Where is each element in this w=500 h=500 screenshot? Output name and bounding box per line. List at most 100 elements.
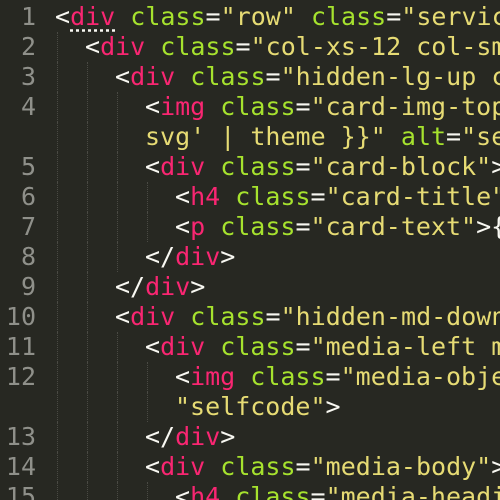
line-number: 1 (20, 2, 36, 31)
code-token: div (160, 332, 206, 361)
code-token: img (160, 92, 206, 121)
code-token: "media-left m (310, 332, 500, 361)
code-token: div (145, 272, 191, 301)
code-token: "hidden-md-down (280, 302, 500, 331)
code-token: < (115, 62, 131, 91)
code-text: <img class="media-obje (175, 362, 500, 392)
code-token: "media-headi (325, 482, 500, 500)
line-number: 12 (5, 362, 36, 391)
code-text: "selfcode"> (175, 392, 341, 422)
code-token: div (160, 452, 206, 481)
line-number: 8 (20, 242, 36, 271)
code-text: <div class="hidden-md-down (115, 302, 500, 332)
code-token: = (235, 32, 251, 61)
code-token: svg' | theme }}" (145, 122, 386, 151)
indent-guide (117, 422, 118, 452)
indent-guide (117, 122, 118, 152)
indent-guide (117, 482, 118, 500)
indent-guide (57, 392, 58, 422)
indent-guide (57, 272, 58, 302)
code-token: "se (461, 122, 500, 151)
code-token: = (205, 2, 221, 31)
indent-guide (117, 392, 118, 422)
code-token: class (220, 152, 296, 181)
code-token: < (145, 452, 161, 481)
line-number: 7 (20, 212, 36, 241)
indent-guide (87, 272, 88, 302)
indent-guide (57, 242, 58, 272)
code-token: > (491, 152, 500, 181)
code-token: div (175, 242, 221, 271)
code-token: > (190, 272, 206, 301)
code-token: = (446, 122, 462, 151)
indent-guide (57, 122, 58, 152)
indent-guide (87, 152, 88, 182)
indent-guide (87, 62, 88, 92)
indent-guide (117, 242, 118, 272)
indent-guide (87, 92, 88, 122)
indent-guide (117, 92, 118, 122)
code-text: </div> (145, 422, 235, 452)
code-token: = (325, 362, 341, 391)
code-token: = (295, 332, 311, 361)
code-token: div (70, 2, 116, 31)
code-token: < (145, 92, 161, 121)
code-token: < (55, 2, 71, 31)
indent-guide (57, 422, 58, 452)
code-token: class (310, 2, 387, 31)
code-token: h4 (190, 482, 221, 500)
code-token: </ (145, 242, 176, 271)
code-token: class (220, 332, 296, 361)
indent-guide (87, 482, 88, 500)
line-number: 2 (20, 32, 36, 61)
code-token: > (220, 422, 236, 451)
line-number: 15 (5, 482, 36, 500)
code-token: class (160, 32, 236, 61)
code-token: div (130, 62, 176, 91)
indent-guide (57, 452, 58, 482)
code-token: = (295, 212, 311, 241)
code-token: > (325, 392, 341, 421)
code-token: class (190, 302, 266, 331)
indent-guide (87, 422, 88, 452)
line-number: 4 (20, 92, 36, 121)
code-token: img (190, 362, 236, 391)
line-number: 3 (20, 62, 36, 91)
code-token: "selfcode" (175, 392, 326, 421)
code-token: "card-text" (310, 212, 477, 241)
code-token: class (130, 2, 206, 31)
code-token: </ (145, 422, 176, 451)
code-token: < (175, 482, 191, 500)
indent-guide (57, 182, 58, 212)
code-editor[interactable]: 1 <div class="row" class="servic 2 <div cla… (0, 0, 500, 500)
code-token: < (175, 212, 191, 241)
indent-guide (57, 332, 58, 362)
indent-guide (117, 332, 118, 362)
indent-guide (87, 392, 88, 422)
indent-guide (57, 92, 58, 122)
indent-guide (87, 332, 88, 362)
code-text: </div> (115, 272, 205, 302)
indent-guide (57, 32, 58, 62)
code-token: < (175, 362, 191, 391)
code-token: p (190, 212, 206, 241)
code-text: </div> (145, 242, 235, 272)
code-token: < (145, 332, 161, 361)
code-token: > (491, 452, 500, 481)
code-token: = (295, 452, 311, 481)
code-token: div (130, 302, 176, 331)
code-token: "card-title" (325, 182, 500, 211)
code-token: = (310, 182, 326, 211)
code-token: "row" (220, 2, 296, 31)
code-token: = (295, 92, 311, 121)
code-token: alt (400, 122, 447, 151)
